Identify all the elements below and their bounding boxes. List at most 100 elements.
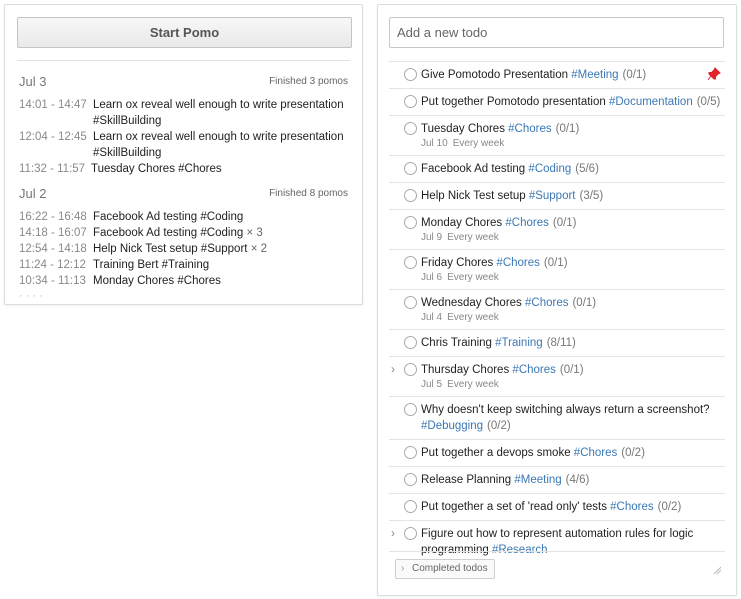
todo-pomo-count: (0/5) <box>696 96 721 108</box>
todo-checkbox[interactable] <box>404 363 417 376</box>
pomo-text: Facebook Ad testing #Coding <box>93 227 244 239</box>
day-header: Jul 3 Finished 3 pomos <box>19 73 348 91</box>
pomo-time: 12:04 - 12:45 <box>19 131 87 143</box>
todo-tag[interactable]: #Meeting <box>514 474 561 486</box>
todo-checkbox[interactable] <box>404 189 417 202</box>
todo-tag[interactable]: #Chores <box>505 217 548 229</box>
todo-text: Give Pomotodo Presentation <box>421 69 569 81</box>
pomo-description: Monday Chores #Chores <box>93 273 348 289</box>
todo-tag[interactable]: #Chores <box>525 297 568 309</box>
pomo-description: Help Nick Test setup #Support × 2 <box>93 241 348 257</box>
todo-pomo-count: (0/1) <box>543 257 568 269</box>
pomo-entry[interactable]: 12:04 - 12:45 Learn ox reveal well enoug… <box>19 129 348 161</box>
divider <box>389 551 725 552</box>
todo-text: Put together a set of 'read only' tests <box>421 501 607 513</box>
todo-meta: Jul 9 Every week <box>421 231 725 244</box>
day-summary: Finished 8 pomos <box>269 188 348 199</box>
todo-due-date: Jul 5 <box>421 379 443 390</box>
todo-item[interactable]: Give Pomotodo Presentation #Meeting (0/1) <box>389 61 725 88</box>
todo-checkbox[interactable] <box>404 446 417 459</box>
todo-tag[interactable]: #Documentation <box>609 96 693 108</box>
todo-checkbox[interactable] <box>404 527 417 540</box>
todo-tag[interactable]: #Chores <box>496 257 539 269</box>
day-group: Jul 3 Finished 3 pomos 14:01 - 14:47 Lea… <box>19 73 348 177</box>
todo-checkbox[interactable] <box>404 500 417 513</box>
pomo-history: Jul 3 Finished 3 pomos 14:01 - 14:47 Lea… <box>19 73 348 304</box>
pomo-entry[interactable]: 11:24 - 12:12 Training Bert #Training <box>19 257 348 273</box>
pomo-time: 14:01 - 14:47 <box>19 99 87 111</box>
completed-todos-button[interactable]: › Completed todos <box>395 559 495 579</box>
todo-checkbox[interactable] <box>404 122 417 135</box>
todo-meta: Jul 6 Every week <box>421 271 725 284</box>
todo-checkbox[interactable] <box>404 473 417 486</box>
todo-tag[interactable]: #Training <box>495 337 543 349</box>
new-todo-input[interactable] <box>389 17 724 48</box>
todo-item[interactable]: Chris Training #Training (8/11) <box>389 329 725 356</box>
todo-item[interactable]: › Thursday Chores #Chores (0/1) Jul 5 Every … <box>389 356 725 396</box>
pomo-description: Training Bert #Training <box>93 257 348 273</box>
todo-repeat: Every week <box>447 379 499 390</box>
todo-tag[interactable]: #Research <box>492 544 548 556</box>
divider <box>17 60 350 61</box>
todo-tag[interactable]: #Chores <box>610 501 653 513</box>
todo-checkbox[interactable] <box>404 296 417 309</box>
completed-todos-label: Completed todos <box>412 563 488 574</box>
todo-checkbox[interactable] <box>404 336 417 349</box>
todo-tag[interactable]: #Chores <box>508 123 551 135</box>
todo-repeat: Every week <box>452 138 505 149</box>
todo-tag[interactable]: #Support <box>529 190 576 202</box>
todo-pomo-count: (8/11) <box>546 337 576 349</box>
todo-list: Give Pomotodo Presentation #Meeting (0/1)… <box>389 61 725 563</box>
pomo-entry[interactable]: 14:18 - 16:07 Facebook Ad testing #Codin… <box>19 225 348 241</box>
todo-pomo-count: (0/1) <box>572 297 597 309</box>
todo-item[interactable]: › Figure out how to represent automation … <box>389 520 725 563</box>
todo-meta: Jul 5 Every week <box>421 378 725 391</box>
todo-title: Put together a set of 'read only' tests … <box>421 499 725 515</box>
resize-handle-icon[interactable] <box>712 565 722 575</box>
todo-text: Chris Training <box>421 337 492 349</box>
todo-item[interactable]: Tuesday Chores #Chores (0/1) Jul 10 Every w… <box>389 115 725 155</box>
todo-title: Wednesday Chores #Chores (0/1) <box>421 295 725 311</box>
todo-item[interactable]: Release Planning #Meeting (4/6) <box>389 466 725 493</box>
todo-text: Put together a devops smoke <box>421 447 571 459</box>
todo-item[interactable]: Facebook Ad testing #Coding (5/6) <box>389 155 725 182</box>
todo-panel: Give Pomotodo Presentation #Meeting (0/1)… <box>377 4 737 596</box>
todo-checkbox[interactable] <box>404 68 417 81</box>
todo-tag[interactable]: #Chores <box>574 447 617 459</box>
pin-icon[interactable] <box>707 67 721 81</box>
todo-pomo-count: (3/5) <box>579 190 604 202</box>
todo-pomo-count: (0/1) <box>559 364 584 376</box>
todo-pomo-count: (0/1) <box>622 69 647 81</box>
todo-checkbox[interactable] <box>404 162 417 175</box>
todo-item[interactable]: Put together a devops smoke #Chores (0/2) <box>389 439 725 466</box>
pomo-entry[interactable]: 16:22 - 16:48 Facebook Ad testing #Codin… <box>19 209 348 225</box>
todo-item[interactable]: Friday Chores #Chores (0/1) Jul 6 Every wee… <box>389 249 725 289</box>
todo-title: Release Planning #Meeting (4/6) <box>421 472 725 488</box>
pomo-entry[interactable]: 12:54 - 14:18 Help Nick Test setup #Supp… <box>19 241 348 257</box>
todo-tag[interactable]: #Debugging <box>421 420 483 432</box>
todo-checkbox[interactable] <box>404 403 417 416</box>
chevron-right-icon[interactable]: › <box>391 362 395 376</box>
start-pomo-button[interactable]: Start Pomo <box>17 17 352 48</box>
todo-checkbox[interactable] <box>404 216 417 229</box>
pomo-entry[interactable]: 11:32 - 11:57 Tuesday Chores #Chores <box>19 161 348 177</box>
todo-tag[interactable]: #Coding <box>528 163 571 175</box>
pomo-entry[interactable]: 14:01 - 14:47 Learn ox reveal well enoug… <box>19 97 348 129</box>
todo-item[interactable]: Help Nick Test setup #Support (3/5) <box>389 182 725 209</box>
todo-item[interactable]: Put together a set of 'read only' tests … <box>389 493 725 520</box>
todo-text: Why doesn't keep switching always return… <box>421 404 710 416</box>
todo-item[interactable]: Monday Chores #Chores (0/1) Jul 9 Every wee… <box>389 209 725 249</box>
chevron-right-icon[interactable]: › <box>391 526 395 540</box>
pomo-entry[interactable]: 10:34 - 11:13 Monday Chores #Chores <box>19 273 348 289</box>
todo-text: Help Nick Test setup <box>421 190 526 202</box>
todo-pomo-count: (0/1) <box>552 217 577 229</box>
todo-pomo-count: (0/2) <box>657 501 682 513</box>
todo-item[interactable]: Wednesday Chores #Chores (0/1) Jul 4 Every … <box>389 289 725 329</box>
todo-tag[interactable]: #Chores <box>512 364 555 376</box>
todo-item[interactable]: Put together Pomotodo presentation #Docu… <box>389 88 725 115</box>
todo-tag[interactable]: #Meeting <box>571 69 618 81</box>
pomo-time: 11:24 - 12:12 <box>19 259 86 271</box>
todo-checkbox[interactable] <box>404 256 417 269</box>
todo-checkbox[interactable] <box>404 95 417 108</box>
todo-item[interactable]: Why doesn't keep switching always return… <box>389 396 725 439</box>
